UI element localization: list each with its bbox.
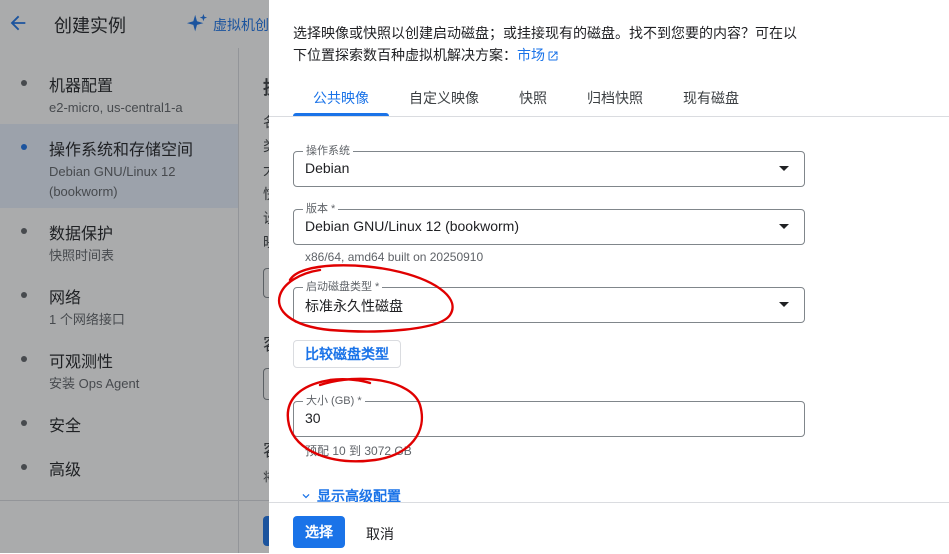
version-helper-text: x86/64, amd64 built on 20250910 — [305, 250, 484, 264]
dropdown-caret-icon — [779, 302, 789, 307]
panel-intro: 选择映像或快照以创建启动磁盘；或挂接现有的磁盘。找不到您要的内容？可在以 下位置… — [293, 22, 833, 66]
tab-snapshots[interactable]: 快照 — [499, 80, 567, 116]
chevron-down-icon — [302, 494, 310, 499]
compare-disk-types-button[interactable]: 比较磁盘类型 — [293, 340, 401, 368]
size-input[interactable]: 大小 (GB) * 30 — [293, 394, 805, 437]
disk-type-select[interactable]: 启动磁盘类型 * 标准永久性磁盘 — [293, 280, 805, 323]
intro-line2: 下位置探索数百种虚拟机解决方案： — [293, 47, 517, 63]
cancel-button[interactable]: 取消 — [366, 524, 394, 544]
version-select-value: Debian GNU/Linux 12 (bookworm) — [305, 218, 519, 234]
os-select[interactable]: 操作系统 Debian — [293, 144, 805, 187]
version-select-label: 版本 * — [303, 202, 339, 216]
boot-disk-panel: 选择映像或快照以创建启动磁盘；或挂接现有的磁盘。找不到您要的内容？可在以 下位置… — [269, 0, 949, 554]
tab-custom-images[interactable]: 自定义映像 — [389, 80, 499, 116]
version-select[interactable]: 版本 * Debian GNU/Linux 12 (bookworm) — [293, 202, 805, 245]
tab-existing-disks[interactable]: 现有磁盘 — [663, 80, 759, 116]
tab-archive-snapshots[interactable]: 归档快照 — [567, 80, 663, 116]
image-tabs: 公共映像 自定义映像 快照 归档快照 现有磁盘 — [293, 80, 759, 116]
dropdown-caret-icon — [779, 224, 789, 229]
size-input-label: 大小 (GB) * — [303, 394, 365, 408]
intro-line1: 选择映像或快照以创建启动磁盘；或挂接现有的磁盘。找不到您要的内容？可在以 — [293, 25, 797, 41]
tab-public-images[interactable]: 公共映像 — [293, 80, 389, 116]
modal-scrim[interactable] — [0, 0, 269, 553]
external-link-icon — [548, 51, 558, 61]
marketplace-link[interactable]: 市场 — [517, 47, 559, 63]
panel-footer: 选择 取消 — [269, 502, 949, 554]
os-select-value: Debian — [305, 160, 350, 176]
disk-type-select-value: 标准永久性磁盘 — [305, 298, 403, 314]
tabs-divider — [269, 116, 949, 117]
disk-type-select-label: 启动磁盘类型 * — [303, 280, 383, 294]
dropdown-caret-icon — [779, 166, 789, 171]
os-select-label: 操作系统 — [303, 144, 353, 158]
marketplace-link-label: 市场 — [517, 47, 545, 63]
size-helper-text: 预配 10 到 3072 GB — [305, 444, 412, 458]
select-button[interactable]: 选择 — [293, 516, 345, 548]
size-input-value: 30 — [305, 410, 321, 426]
